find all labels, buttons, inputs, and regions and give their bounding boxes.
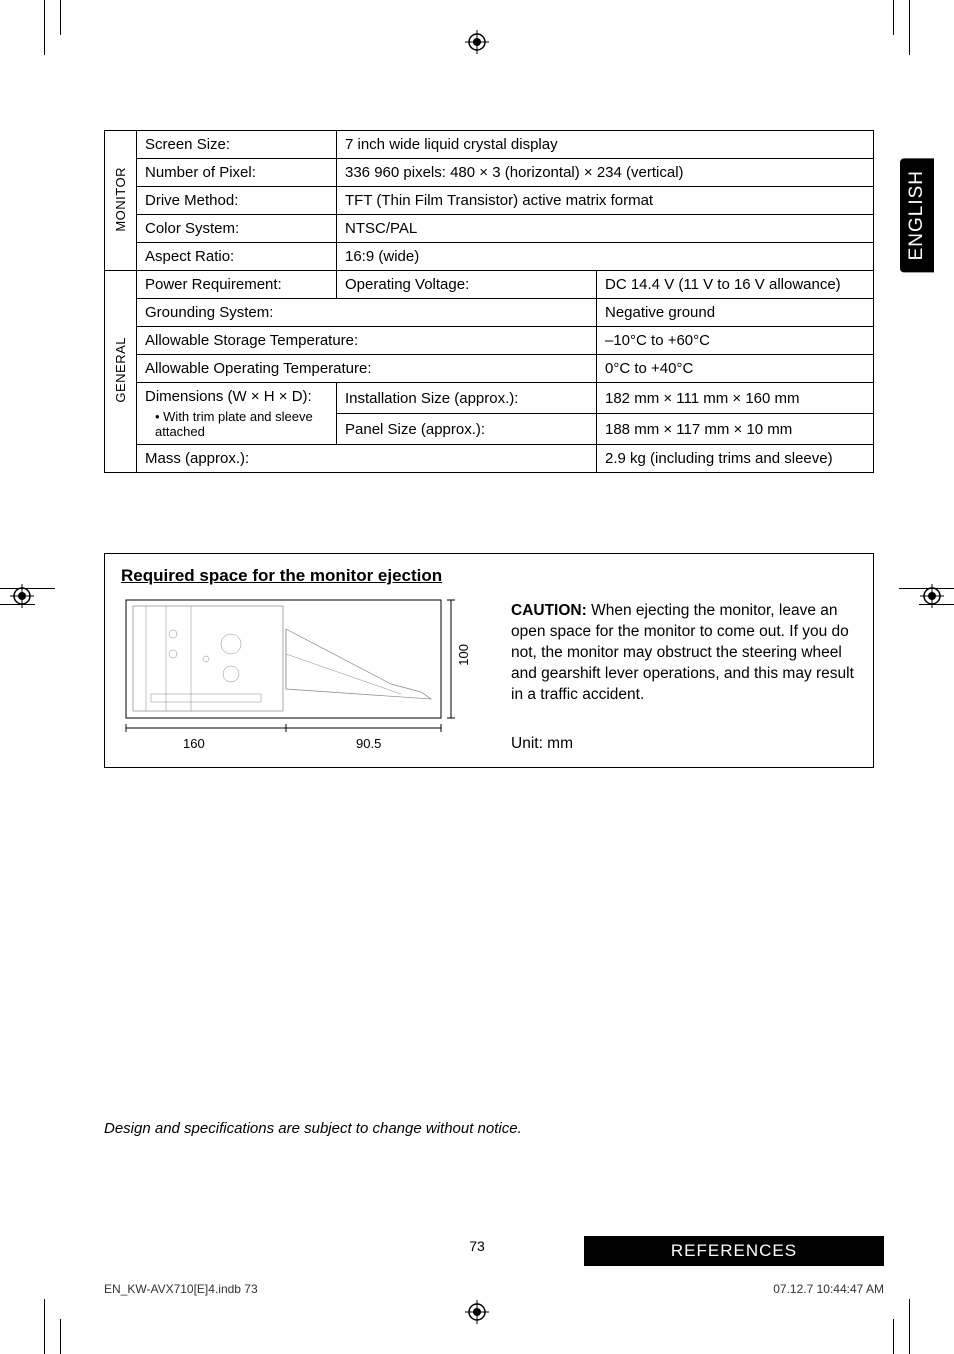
dimension-label: 100 xyxy=(456,644,471,666)
crop-mark xyxy=(893,1319,894,1354)
spec-label: Number of Pixel: xyxy=(137,159,337,187)
ejection-diagram: 160 90.5 100 xyxy=(121,594,461,749)
spec-value: NTSC/PAL xyxy=(337,215,874,243)
spec-sublabel: Panel Size (approx.): xyxy=(337,414,597,445)
spec-label: Drive Method: xyxy=(137,187,337,215)
spec-value: 16:9 (wide) xyxy=(337,243,874,271)
registration-mark-icon xyxy=(465,30,489,54)
spec-sublabel: Operating Voltage: xyxy=(337,271,597,299)
required-space-title: Required space for the monitor ejection xyxy=(121,566,481,586)
table-row: Mass (approx.): 2.9 kg (including trims … xyxy=(105,445,874,473)
crop-mark xyxy=(60,1319,61,1354)
crop-mark xyxy=(44,1299,45,1354)
references-bar: REFERENCES xyxy=(584,1236,884,1266)
spec-value: 188 mm × 117 mm × 10 mm xyxy=(597,414,874,445)
spec-label: Grounding System: xyxy=(137,299,597,327)
footer-timestamp: 07.12.7 10:44:47 AM xyxy=(773,1282,884,1296)
spec-value: 7 inch wide liquid crystal display xyxy=(337,131,874,159)
caution-text: CAUTION: When ejecting the monitor, leav… xyxy=(511,601,857,706)
table-row: Allowable Operating Temperature: 0°C to … xyxy=(105,355,874,383)
spec-label: Mass (approx.): xyxy=(137,445,597,473)
diagram-illustration-icon xyxy=(121,594,461,749)
dimension-label: 160 xyxy=(183,736,205,751)
unit-label: Unit: mm xyxy=(511,734,857,755)
spec-label: Allowable Operating Temperature: xyxy=(137,355,597,383)
crop-mark xyxy=(60,0,61,35)
spec-value: 336 960 pixels: 480 × 3 (horizontal) × 2… xyxy=(337,159,874,187)
specifications-table: MONITOR Screen Size: 7 inch wide liquid … xyxy=(104,130,874,473)
crop-mark xyxy=(44,0,45,55)
required-space-box: Required space for the monitor ejection xyxy=(104,553,874,768)
footer-filename: EN_KW-AVX710[E]4.indb 73 xyxy=(104,1282,258,1296)
spec-sublabel: • With trim plate and sleeve attached xyxy=(145,409,328,439)
table-row: Allowable Storage Temperature: –10°C to … xyxy=(105,327,874,355)
spec-label: Power Requirement: xyxy=(137,271,337,299)
caution-column: CAUTION: When ejecting the monitor, leav… xyxy=(511,566,857,755)
spec-value: –10°C to +60°C xyxy=(597,327,874,355)
registration-mark-icon xyxy=(10,584,34,608)
spec-value: 2.9 kg (including trims and sleeve) xyxy=(597,445,874,473)
table-row: Aspect Ratio: 16:9 (wide) xyxy=(105,243,874,271)
table-row: MONITOR Screen Size: 7 inch wide liquid … xyxy=(105,131,874,159)
registration-mark-icon xyxy=(465,1300,489,1324)
dimension-label: 90.5 xyxy=(356,736,381,751)
table-row: GENERAL Power Requirement: Operating Vol… xyxy=(105,271,874,299)
spec-label: Color System: xyxy=(137,215,337,243)
table-row: Drive Method: TFT (Thin Film Transistor)… xyxy=(105,187,874,215)
caution-label: CAUTION: xyxy=(511,602,587,619)
crop-mark xyxy=(909,1299,910,1354)
spec-label: Allowable Storage Temperature: xyxy=(137,327,597,355)
main-content: MONITOR Screen Size: 7 inch wide liquid … xyxy=(104,130,874,768)
spec-value: DC 14.4 V (11 V to 16 V allowance) xyxy=(597,271,874,299)
table-row: Dimensions (W × H × D): • With trim plat… xyxy=(105,383,874,414)
spec-sublabel: Installation Size (approx.): xyxy=(337,383,597,414)
table-row: Number of Pixel: 336 960 pixels: 480 × 3… xyxy=(105,159,874,187)
spec-value: Negative ground xyxy=(597,299,874,327)
section-monitor: MONITOR xyxy=(105,131,137,271)
crop-mark xyxy=(893,0,894,35)
spec-label: Screen Size: xyxy=(137,131,337,159)
spec-value: 182 mm × 111 mm × 160 mm xyxy=(597,383,874,414)
table-row: Grounding System: Negative ground xyxy=(105,299,874,327)
spec-label: Aspect Ratio: xyxy=(137,243,337,271)
spec-label: Dimensions (W × H × D): • With trim plat… xyxy=(137,383,337,445)
language-tab: ENGLISH xyxy=(900,158,934,272)
disclaimer-text: Design and specifications are subject to… xyxy=(104,1120,522,1137)
diagram-column: Required space for the monitor ejection xyxy=(121,566,481,749)
spec-value: 0°C to +40°C xyxy=(597,355,874,383)
section-general: GENERAL xyxy=(105,271,137,473)
table-row: Color System: NTSC/PAL xyxy=(105,215,874,243)
registration-mark-icon xyxy=(920,584,944,608)
spec-value: TFT (Thin Film Transistor) active matrix… xyxy=(337,187,874,215)
crop-mark xyxy=(909,0,910,55)
